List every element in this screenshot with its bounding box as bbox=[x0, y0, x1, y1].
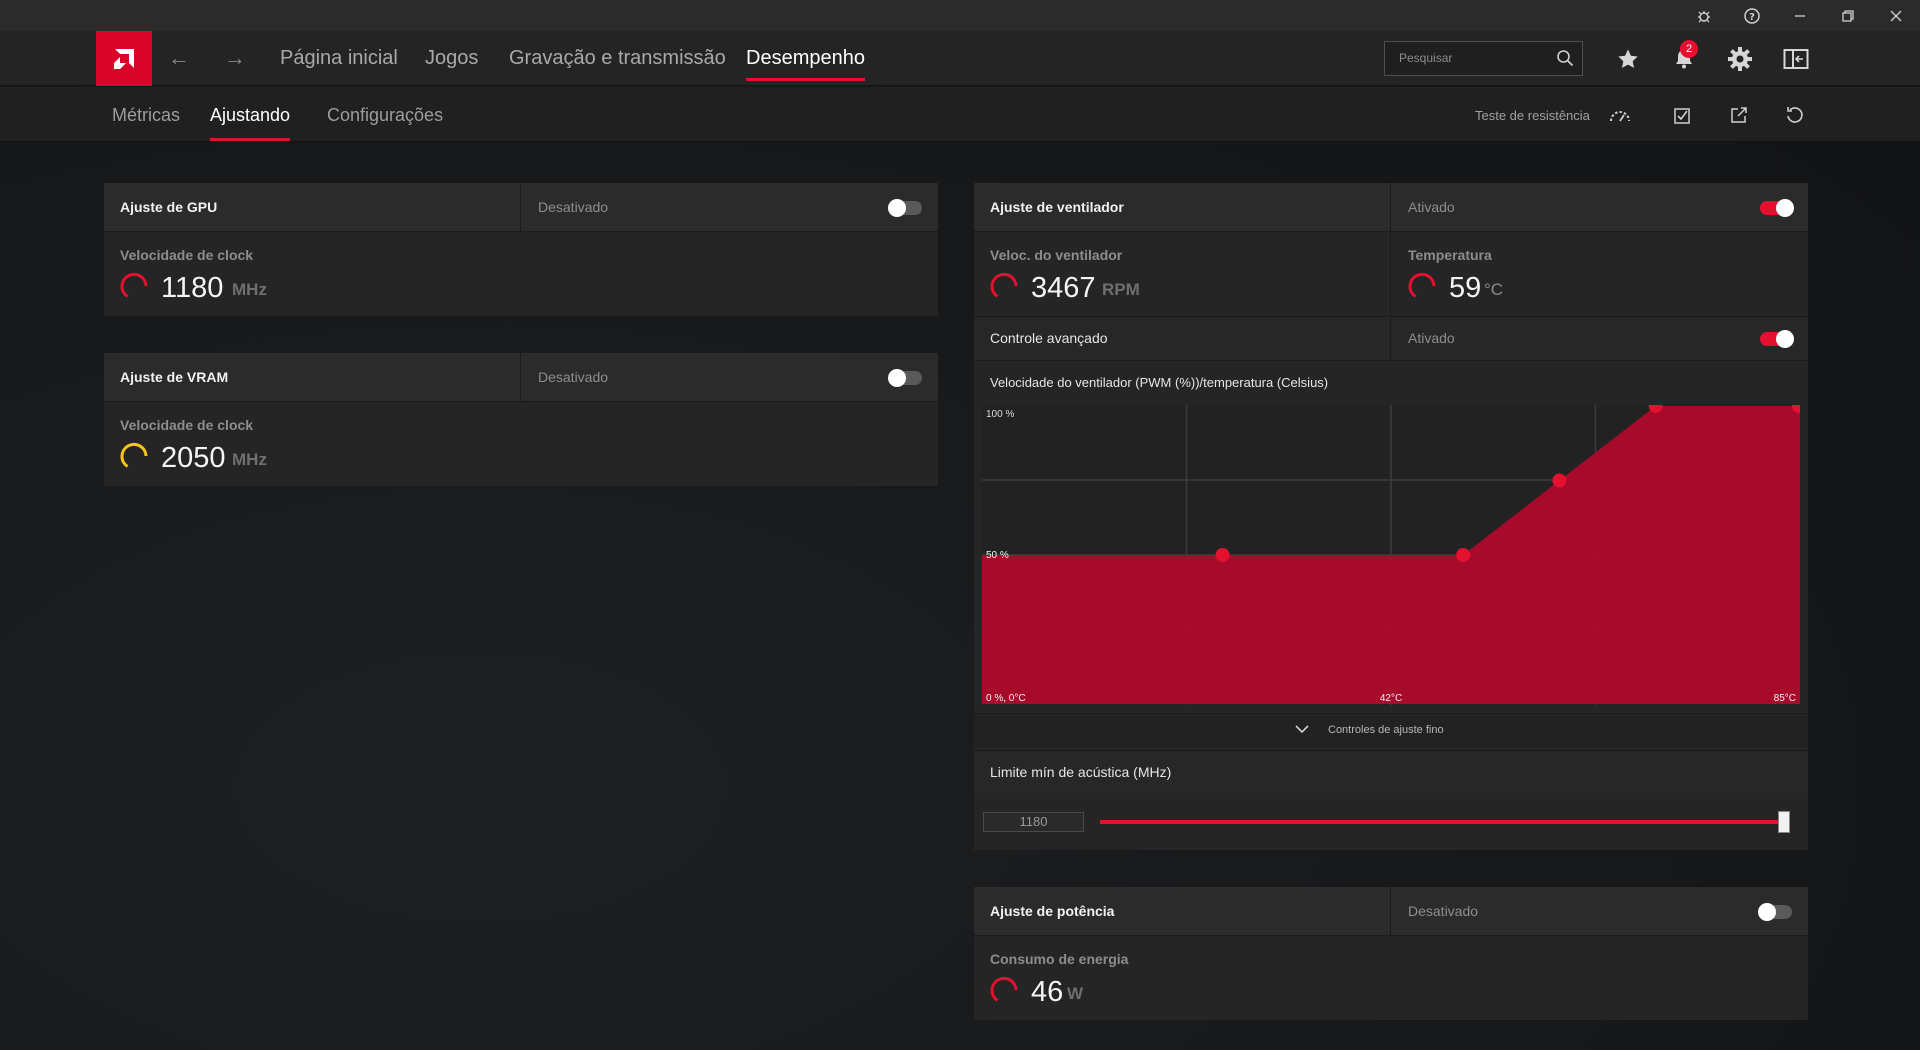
fan-curve-point-1[interactable] bbox=[1215, 548, 1230, 562]
export-icon[interactable] bbox=[1727, 103, 1751, 127]
acoustic-limit-value: 1180 bbox=[1019, 814, 1048, 829]
svg-text:?: ? bbox=[1749, 12, 1755, 23]
search-input[interactable] bbox=[1399, 51, 1549, 65]
close-icon[interactable] bbox=[1884, 4, 1908, 28]
nav-performance[interactable]: Desempenho bbox=[746, 47, 865, 81]
vram-tuning-header: Ajuste de VRAM Desativado bbox=[104, 353, 938, 402]
temperature-label: Temperatura bbox=[1408, 247, 1492, 263]
nav-home[interactable]: Página inicial bbox=[280, 47, 398, 70]
gpu-tuning-panel: Ajuste de GPU Desativado Velocidade de c… bbox=[104, 183, 938, 316]
top-navigation: ← → Página inicial Jogos Gravação e tran… bbox=[0, 31, 1920, 86]
fan-tuning-title: Ajuste de ventilador bbox=[990, 199, 1124, 215]
restore-icon[interactable] bbox=[1836, 4, 1860, 28]
power-consumption-unit: W bbox=[1067, 984, 1084, 1003]
y-tick-top: 100 % bbox=[986, 409, 1014, 420]
stress-test-gauge-icon[interactable] bbox=[1608, 103, 1632, 127]
settings-gear-icon[interactable] bbox=[1726, 45, 1754, 73]
fan-tuning-header: Ajuste de ventilador Ativado bbox=[974, 183, 1808, 232]
search-icon[interactable] bbox=[1556, 49, 1574, 72]
sidebar-panel-icon[interactable] bbox=[1782, 45, 1810, 73]
gpu-clock-label: Velocidade de clock bbox=[120, 247, 254, 263]
fan-curve-point-3[interactable] bbox=[1552, 473, 1567, 488]
favorites-star-icon[interactable] bbox=[1614, 45, 1642, 73]
power-tuning-toggle[interactable] bbox=[1758, 903, 1792, 921]
fan-curve-chart[interactable]: 100 % 50 % 0 %, 0°C 42°C 85°C bbox=[982, 405, 1800, 705]
x-tick-mid: 42°C bbox=[1380, 693, 1402, 704]
advanced-control-label: Controle avançado bbox=[990, 330, 1108, 346]
power-consumption-label: Consumo de energia bbox=[990, 951, 1129, 967]
fan-tuning-toggle[interactable] bbox=[1760, 199, 1794, 217]
power-tuning-status: Desativado bbox=[1408, 903, 1479, 919]
advanced-control-status: Ativado bbox=[1408, 330, 1455, 346]
vram-tuning-status: Desativado bbox=[538, 369, 609, 385]
forward-arrow-icon[interactable]: → bbox=[224, 45, 246, 71]
vram-tuning-title: Ajuste de VRAM bbox=[120, 369, 229, 385]
tab-tuning[interactable]: Ajustando bbox=[210, 105, 291, 141]
fan-speed-unit: RPM bbox=[1102, 280, 1140, 299]
fan-speed-value: 3467 bbox=[1031, 272, 1096, 304]
nav-games[interactable]: Jogos bbox=[425, 47, 478, 70]
gpu-clock-gauge-icon bbox=[120, 272, 148, 298]
notification-badge: 2 bbox=[1680, 40, 1698, 58]
gpu-clock-value: 1180 bbox=[161, 272, 224, 304]
vram-tuning-panel: Ajuste de VRAM Desativado Velocidade de … bbox=[104, 353, 938, 486]
origin-label: 0 %, 0°C bbox=[986, 693, 1026, 704]
vram-clock-unit: MHz bbox=[232, 450, 267, 469]
acoustic-limit-label: Limite mín de acústica (MHz) bbox=[990, 764, 1172, 780]
power-consumption-gauge-icon bbox=[990, 976, 1018, 1002]
power-tuning-title: Ajuste de potência bbox=[990, 903, 1115, 919]
acoustic-limit-slider-handle[interactable] bbox=[1778, 811, 1790, 833]
amd-logo[interactable] bbox=[96, 31, 152, 86]
apply-checklist-icon[interactable] bbox=[1671, 103, 1695, 127]
fan-curve-title-row: Velocidade do ventilador (PWM (%))/tempe… bbox=[974, 360, 1808, 405]
vram-tuning-toggle[interactable] bbox=[888, 369, 922, 387]
fan-tuning-status: Ativado bbox=[1408, 199, 1455, 215]
vram-clock-value: 2050 bbox=[161, 442, 226, 474]
gpu-clock-unit: MHz bbox=[232, 280, 267, 299]
back-arrow-icon[interactable]: ← bbox=[168, 45, 190, 71]
power-tuning-header: Ajuste de potência Desativado bbox=[974, 887, 1808, 936]
gpu-tuning-status: Desativado bbox=[538, 199, 609, 215]
gpu-tuning-header: Ajuste de GPU Desativado bbox=[104, 183, 938, 232]
tab-settings[interactable]: Configurações bbox=[327, 105, 443, 126]
gpu-tuning-title: Ajuste de GPU bbox=[120, 199, 218, 215]
nav-recording-streaming[interactable]: Gravação e transmissão bbox=[509, 47, 726, 70]
y-tick-mid: 50 % bbox=[986, 550, 1009, 561]
fine-tune-controls-toggle[interactable]: Controles de ajuste fino bbox=[974, 713, 1808, 747]
fan-curve-point-2[interactable] bbox=[1456, 548, 1471, 562]
temperature-unit: °C bbox=[1484, 280, 1504, 299]
x-tick-max: 85°C bbox=[1774, 693, 1796, 704]
temperature-gauge-icon bbox=[1408, 272, 1436, 298]
advanced-control-row: Controle avançado Ativado bbox=[974, 316, 1808, 360]
advanced-control-toggle[interactable] bbox=[1760, 330, 1794, 348]
power-tuning-panel: Ajuste de potência Desativado Consumo de… bbox=[974, 887, 1808, 1020]
stress-test-label[interactable]: Teste de resistência bbox=[1475, 108, 1590, 123]
acoustic-limit-row: Limite mín de acústica (MHz) bbox=[974, 750, 1808, 794]
acoustic-limit-slider-fill bbox=[1100, 820, 1778, 824]
acoustic-limit-slider[interactable] bbox=[1100, 811, 1790, 833]
title-bar: ? bbox=[0, 0, 1920, 31]
tab-metrics[interactable]: Métricas bbox=[112, 105, 180, 126]
acoustic-limit-value-box[interactable]: 1180 bbox=[983, 812, 1084, 832]
power-consumption-value: 46 bbox=[1031, 976, 1064, 1008]
fan-speed-gauge-icon bbox=[990, 272, 1018, 298]
fan-curve-title: Velocidade do ventilador (PWM (%))/tempe… bbox=[990, 375, 1329, 390]
fan-speed-label: Veloc. do ventilador bbox=[990, 247, 1123, 263]
minimize-icon[interactable] bbox=[1788, 4, 1812, 28]
gpu-tuning-toggle[interactable] bbox=[888, 199, 922, 217]
search-box[interactable] bbox=[1384, 41, 1583, 76]
sub-navigation: Métricas Ajustando Configurações Teste d… bbox=[0, 87, 1920, 142]
fine-tune-controls-label: Controles de ajuste fino bbox=[1328, 724, 1444, 736]
reset-icon[interactable] bbox=[1783, 103, 1807, 127]
temperature-value: 59 bbox=[1449, 272, 1482, 304]
vram-clock-label: Velocidade de clock bbox=[120, 417, 254, 433]
vram-clock-gauge-icon bbox=[120, 442, 148, 468]
chevron-down-icon bbox=[1294, 722, 1310, 741]
bug-icon[interactable] bbox=[1692, 4, 1716, 28]
help-icon[interactable]: ? bbox=[1740, 4, 1764, 28]
